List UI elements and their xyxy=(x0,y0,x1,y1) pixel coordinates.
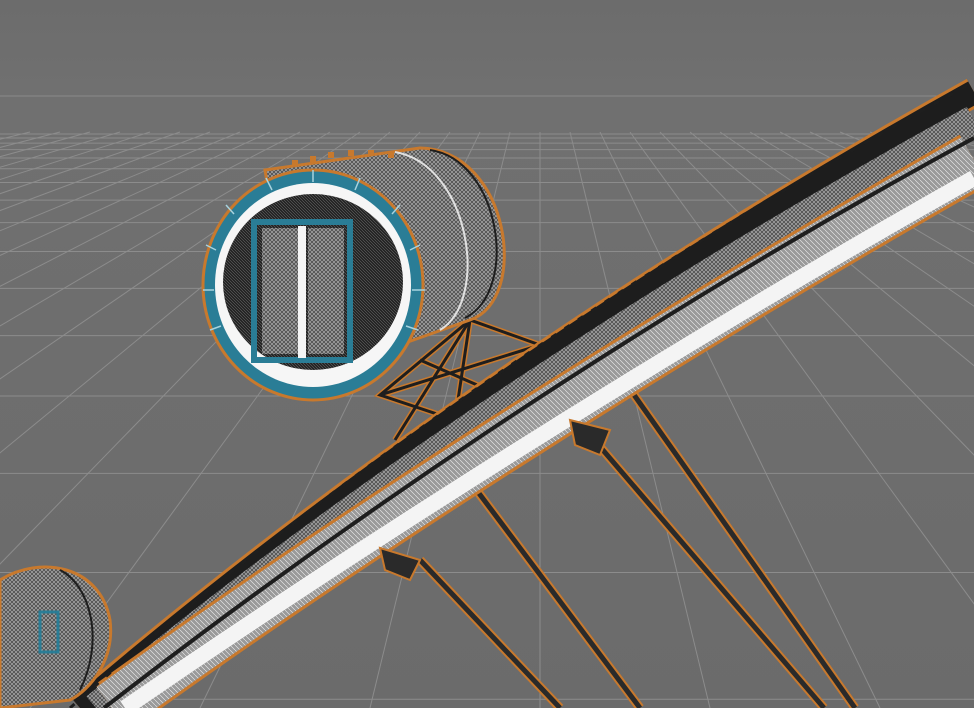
capsule-door-divider xyxy=(298,226,306,358)
grid-line xyxy=(959,131,974,137)
spoke-cable[interactable] xyxy=(588,433,826,708)
scene-canvas[interactable] xyxy=(0,0,974,708)
capsule-main[interactable] xyxy=(201,146,506,402)
capsule-door-pane-right xyxy=(308,228,344,354)
spoke-cable[interactable] xyxy=(418,558,562,708)
capsule-door-pane-left xyxy=(262,228,298,354)
wheel-rim[interactable] xyxy=(69,78,974,708)
grid-line xyxy=(929,131,974,147)
spoke-cable[interactable] xyxy=(473,486,642,708)
viewport-3d[interactable] xyxy=(0,0,974,708)
spoke-cable[interactable] xyxy=(629,390,858,708)
